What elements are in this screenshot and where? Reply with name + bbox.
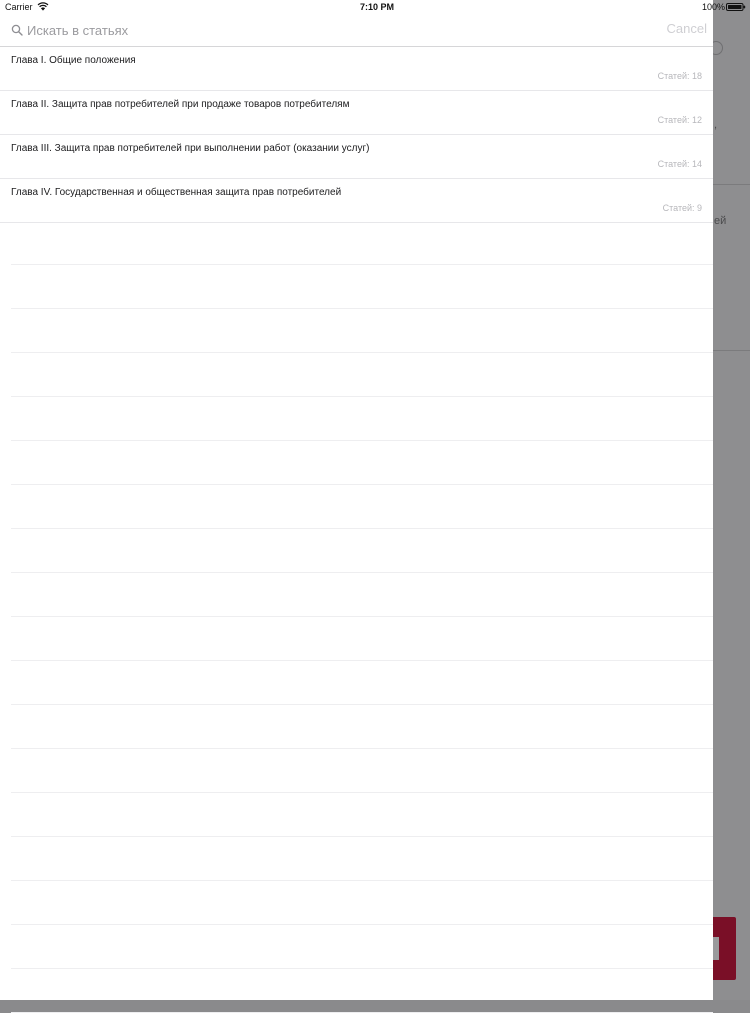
empty-row: [11, 309, 713, 353]
empty-row: [11, 573, 713, 617]
chapter-title: Глава III. Защита прав потребителей при …: [11, 143, 370, 154]
empty-row: [11, 485, 713, 529]
background-accent-inner: [713, 937, 719, 960]
empty-row: [11, 353, 713, 397]
chapter-row-1[interactable]: Глава I. Общие положения Статей: 18: [0, 47, 713, 91]
chapter-article-count: Статей: 9: [662, 203, 702, 213]
empty-row: [11, 221, 713, 265]
chapter-article-count: Статей: 14: [657, 159, 702, 169]
chapter-article-count: Статей: 18: [657, 71, 702, 81]
empty-row: [11, 969, 713, 1013]
empty-row: [11, 925, 713, 969]
chapter-row-2[interactable]: Глава II. Защита прав потребителей при п…: [0, 91, 713, 135]
status-time: 7:10 PM: [359, 2, 394, 12]
empty-table-rows: [11, 221, 713, 1013]
chapters-panel: Cancel Глава I. Общие положения Статей: …: [0, 0, 713, 1013]
empty-row: [11, 881, 713, 925]
battery-icon: [726, 3, 746, 11]
status-bar: Carrier 7:10 PM 100%: [0, 0, 750, 14]
empty-row: [11, 617, 713, 661]
empty-row: [11, 397, 713, 441]
chapter-list: Глава I. Общие положения Статей: 18 Глав…: [0, 47, 713, 223]
chapter-title: Глава IV. Государственная и общественная…: [11, 187, 342, 198]
empty-row: [11, 749, 713, 793]
chapter-title: Глава II. Защита прав потребителей при п…: [11, 99, 350, 110]
search-bar: Cancel: [0, 14, 713, 47]
background-divider: [713, 350, 750, 351]
cancel-button[interactable]: Cancel: [667, 21, 707, 36]
empty-row: [11, 661, 713, 705]
background-divider: [713, 184, 750, 185]
empty-row: [11, 529, 713, 573]
battery-percentage: 100%: [702, 2, 726, 12]
empty-row: [11, 837, 713, 881]
chapter-row-4[interactable]: Глава IV. Государственная и общественная…: [0, 179, 713, 223]
chapter-article-count: Статей: 12: [657, 115, 702, 125]
chapter-row-3[interactable]: Глава III. Защита прав потребителей при …: [0, 135, 713, 179]
empty-row: [11, 793, 713, 837]
empty-row: [11, 705, 713, 749]
background-text-fragment: ,: [714, 119, 718, 131]
search-input[interactable]: [27, 20, 627, 40]
chapter-title: Глава I. Общие положения: [11, 55, 136, 66]
search-icon: [11, 24, 23, 36]
empty-row: [11, 441, 713, 485]
empty-row: [11, 265, 713, 309]
background-text-fragment: ей: [714, 215, 727, 227]
